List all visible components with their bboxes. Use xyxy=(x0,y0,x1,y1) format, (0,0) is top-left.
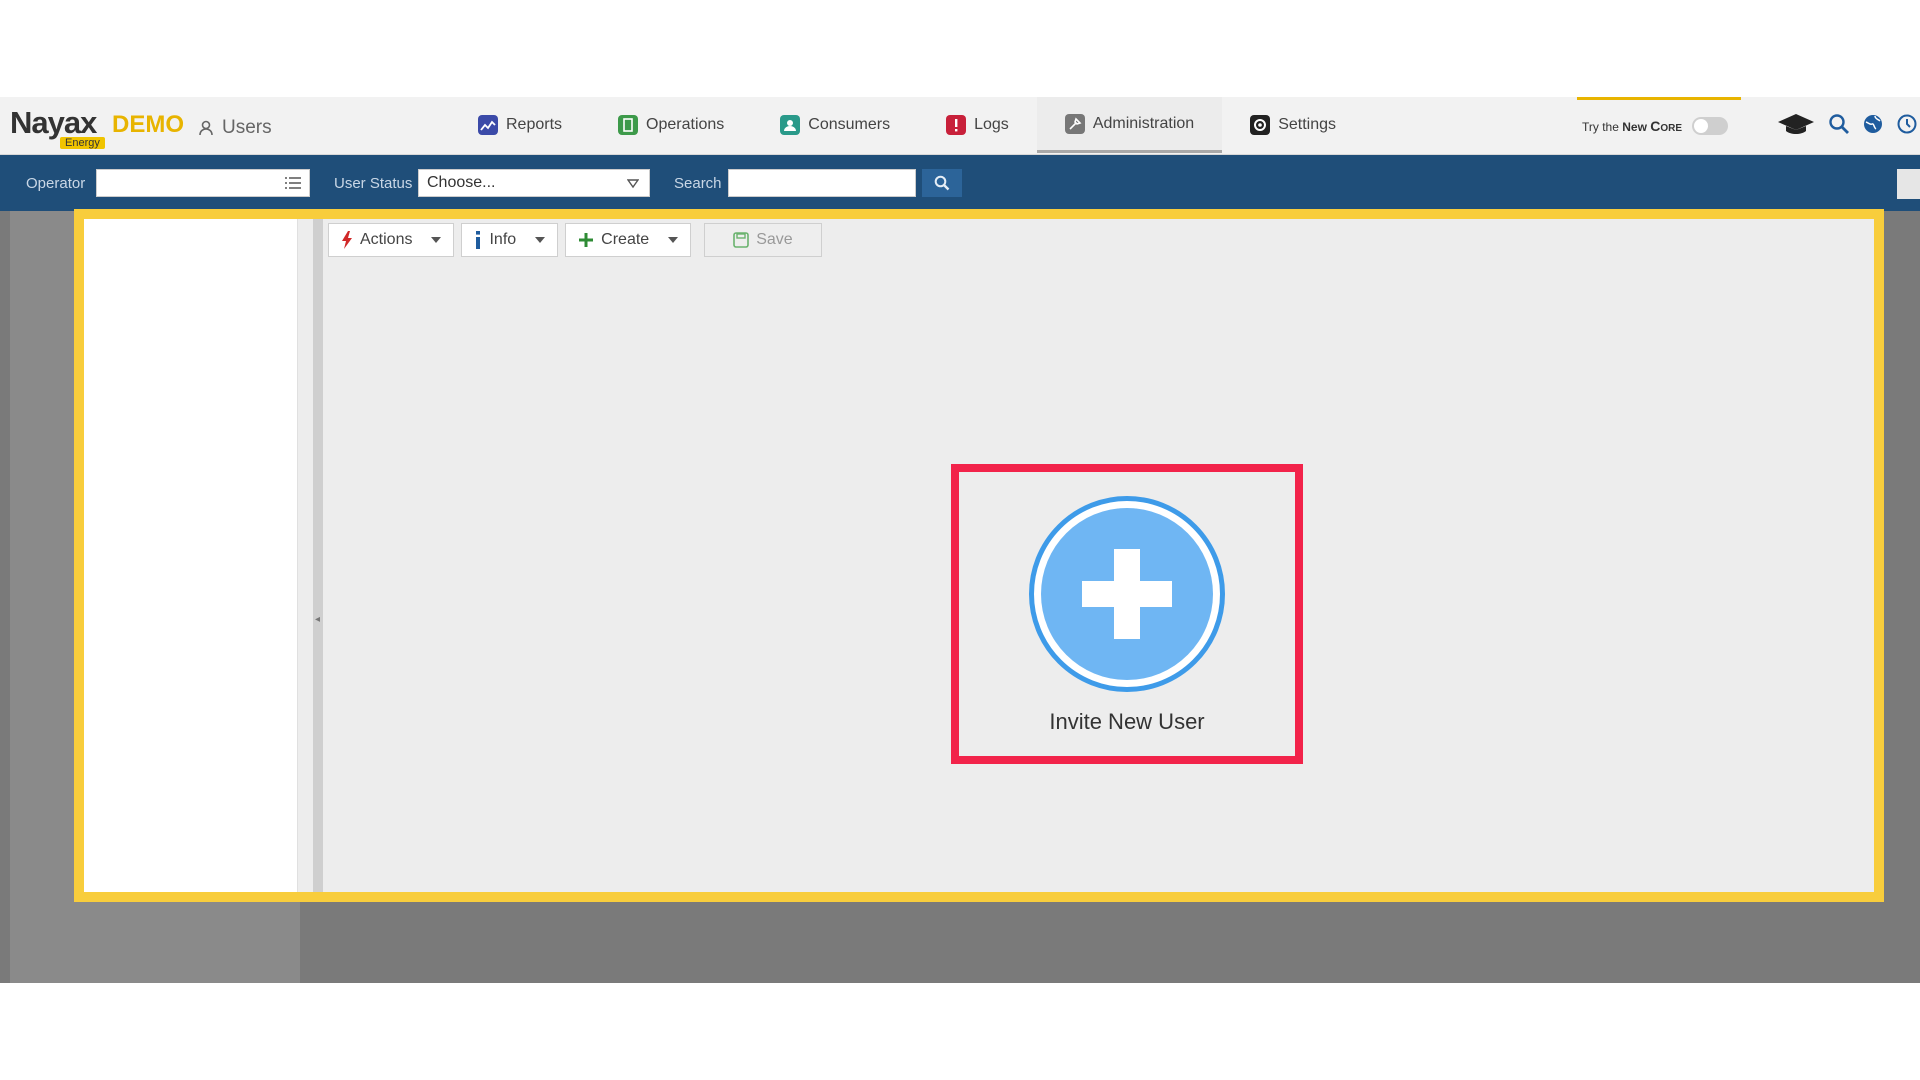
logo-energy-badge: Energy xyxy=(60,137,105,149)
nav-consumers-label: Consumers xyxy=(808,116,891,133)
nav-administration-label: Administration xyxy=(1092,114,1195,132)
save-button[interactable]: Save xyxy=(704,223,822,257)
try-new-core: Try the New Core xyxy=(1582,117,1729,135)
chevron-down-icon xyxy=(431,237,442,243)
operations-icon xyxy=(618,115,639,135)
page-title-label: Users xyxy=(222,117,272,138)
globe-icon[interactable] xyxy=(1862,113,1884,135)
search-input[interactable] xyxy=(728,169,916,197)
actions-button[interactable]: Actions xyxy=(328,223,455,257)
nav-settings[interactable]: Settings xyxy=(1222,97,1364,153)
logs-icon xyxy=(946,115,967,135)
plus-icon xyxy=(579,233,594,247)
collapse-arrow-icon[interactable]: ◂ xyxy=(315,614,320,625)
invite-new-user-highlight: Invite New User xyxy=(951,464,1303,764)
export-icon[interactable] xyxy=(1897,169,1920,199)
chevron-down-icon xyxy=(535,237,546,243)
nav-operations[interactable]: Operations xyxy=(590,97,752,153)
administration-icon xyxy=(1064,113,1085,134)
chevron-down-icon xyxy=(668,237,679,243)
header-tools xyxy=(1776,113,1918,135)
users-workspace-highlight: ◂ Actions Info Create Save Invite New Us… xyxy=(74,209,1884,902)
try-new-core-toggle[interactable] xyxy=(1692,117,1729,135)
actions-label: Actions xyxy=(360,231,413,248)
list-icon[interactable] xyxy=(285,176,301,190)
save-label: Save xyxy=(756,231,793,248)
top-navigation-bar: Nayax DEMO Energy Users Reports Operatio… xyxy=(0,97,1920,155)
chevron-down-icon xyxy=(627,179,639,189)
users-tree-panel xyxy=(84,219,298,892)
user-status-label: User Status xyxy=(334,175,413,192)
invite-new-user-label[interactable]: Invite New User xyxy=(959,709,1295,735)
nav-logs[interactable]: Logs xyxy=(918,97,1037,153)
lightning-icon xyxy=(342,231,352,249)
nav-administration[interactable]: Administration xyxy=(1036,97,1223,153)
operator-label: Operator xyxy=(26,175,86,192)
nav-reports-label: Reports xyxy=(506,116,563,133)
try-core-accent xyxy=(1577,97,1741,100)
add-circle-icon xyxy=(1041,508,1213,680)
panel-splitter[interactable]: ◂ xyxy=(313,219,323,892)
page-title: Users xyxy=(198,117,272,139)
settings-icon xyxy=(1250,115,1271,135)
reports-icon xyxy=(478,115,498,135)
nav-settings-label: Settings xyxy=(1278,116,1336,133)
operator-input[interactable] xyxy=(96,169,310,197)
search-icon[interactable] xyxy=(1828,113,1850,135)
main-nav: Reports Operations Consumers Logs Admini… xyxy=(450,97,1364,155)
nav-operations-label: Operations xyxy=(646,116,725,133)
info-icon xyxy=(476,231,481,249)
logo-demo-text: DEMO xyxy=(112,111,184,138)
nav-consumers[interactable]: Consumers xyxy=(752,97,918,153)
save-icon xyxy=(733,232,749,248)
search-icon xyxy=(934,175,950,191)
search-button[interactable] xyxy=(922,169,962,197)
nav-reports[interactable]: Reports xyxy=(450,97,590,153)
logo-text: Nayax xyxy=(10,105,97,140)
user-status-select[interactable]: Choose... xyxy=(418,169,650,197)
nav-logs-label: Logs xyxy=(974,116,1009,133)
user-status-value: Choose... xyxy=(427,174,496,191)
nayax-logo[interactable]: Nayax DEMO Energy xyxy=(10,103,190,149)
consumers-icon xyxy=(780,115,801,135)
create-label: Create xyxy=(601,231,650,248)
info-button[interactable]: Info xyxy=(461,223,559,257)
app-window: Nayax DEMO Energy Users Reports Operatio… xyxy=(0,97,1920,983)
info-label: Info xyxy=(489,231,517,248)
create-button[interactable]: Create xyxy=(565,223,692,257)
users-icon xyxy=(199,120,213,136)
plus-icon xyxy=(1082,549,1172,639)
graduation-cap-icon[interactable] xyxy=(1776,113,1816,135)
filter-bar: Operator User Status Choose... Search xyxy=(0,155,1920,211)
search-label: Search xyxy=(674,175,722,192)
invite-new-user-button[interactable] xyxy=(1029,496,1225,692)
user-toolbar: Actions Info Create Save xyxy=(328,223,822,259)
try-core-text: Try the New Core xyxy=(1582,118,1683,134)
clock-icon[interactable] xyxy=(1896,113,1918,135)
